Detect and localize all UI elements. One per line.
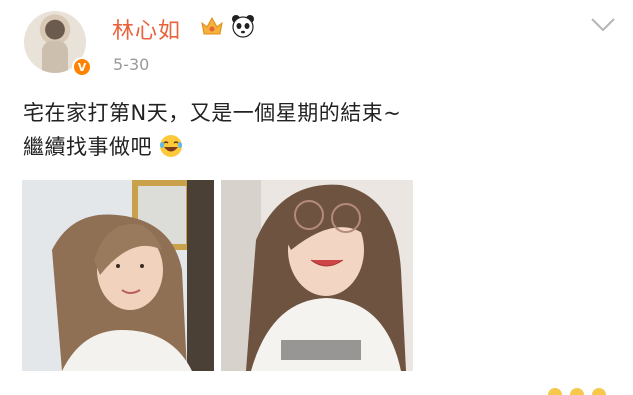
- photo-1-image: [22, 180, 214, 371]
- post-date: 5-30: [113, 55, 150, 74]
- reaction-emoji-icon: [570, 388, 584, 395]
- crown-icon: [201, 16, 223, 35]
- username[interactable]: 林心如: [112, 13, 181, 45]
- laughing-emoji-icon: [160, 135, 183, 157]
- post-text-line-2: 繼續找事做吧: [23, 135, 152, 159]
- chevron-down-icon[interactable]: [590, 16, 616, 34]
- post-photo-2[interactable]: [221, 180, 413, 371]
- photo-2-image: [221, 180, 413, 371]
- panda-icon: [232, 15, 254, 38]
- post-text-line-1: 宅在家打第N天，又是一個星期的結束~: [23, 101, 402, 125]
- avatar-figure: [42, 41, 68, 73]
- reaction-emoji-icon: [592, 388, 606, 395]
- post-body: 宅在家打第N天，又是一個星期的結束~ 繼續找事做吧: [23, 96, 613, 164]
- post-text-line-2-wrapper: 繼續找事做吧: [23, 130, 613, 164]
- post-photo-1[interactable]: [22, 180, 214, 371]
- verified-badge-icon: V: [72, 57, 92, 77]
- reaction-emoji-icon: [548, 388, 562, 395]
